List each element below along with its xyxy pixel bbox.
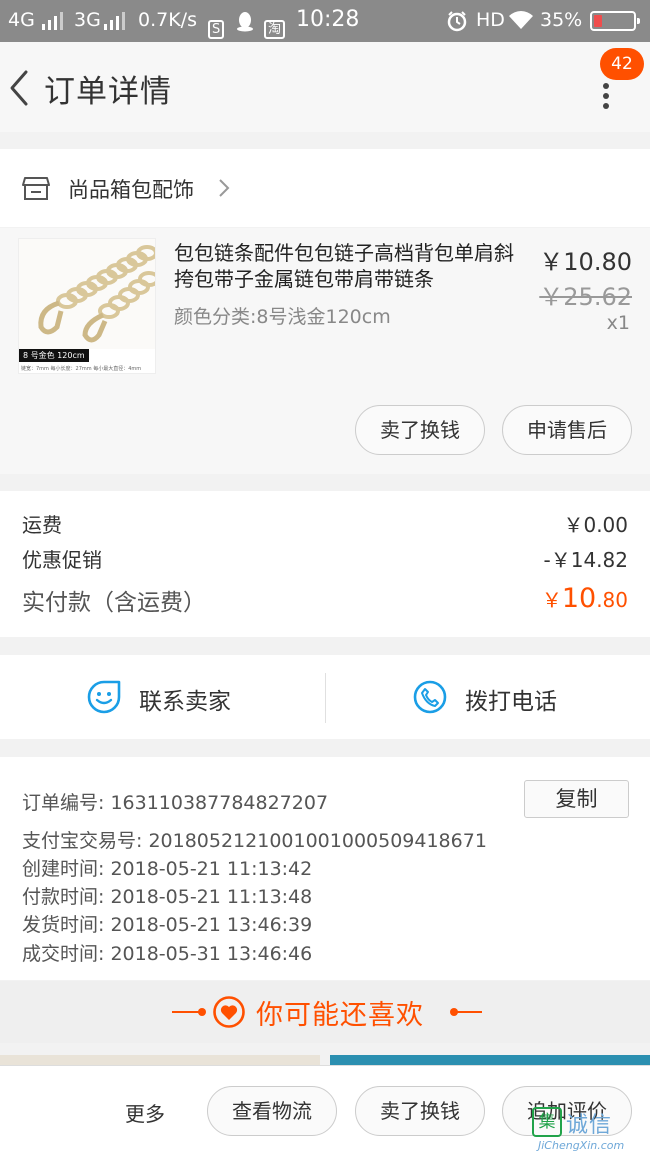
alipay-trade-number: 支付宝交易号: 2018052121001001000509418671 [22,830,487,852]
more-actions-button[interactable]: 更多 [125,1098,165,1127]
taobao-app-label: 淘 [264,20,286,39]
divider-dot-left [198,1008,206,1016]
qq-icon [237,12,253,32]
nav-header: 订单详情 [0,42,650,132]
divider-line-right [452,1011,482,1013]
signal-icon [104,12,125,30]
alarm-icon [447,11,467,32]
total-decimal: .80 [596,588,628,612]
site-watermark: 集 诚信 JiChengXin.com [532,1105,648,1153]
image-fine-print: 链宽：7mm 每小长度：27mm 每小最大直径：4mm [21,366,142,372]
image-caption: 8 号金色 120cm [19,349,89,362]
store-icon [22,177,50,200]
signal-icon [42,12,63,30]
product-image[interactable]: 8 号金色 120cm 链宽：7mm 每小长度：27mm 每小最大直径：4mm [18,238,156,374]
paid-time: 付款时间: 2018-05-21 11:13:48 [22,886,313,908]
product-quantity: x1 [606,312,630,334]
heart-circle-icon [213,996,245,1028]
chevron-right-icon [219,179,230,197]
product-price: ￥10.80 [539,248,632,276]
network-4g-label: 4G [8,9,35,31]
call-phone-button[interactable]: 拨打电话 [325,655,650,739]
chain-image [19,239,155,349]
watermark-url: JiChengXin.com [538,1139,625,1152]
total-label: 实付款（含运费） [22,590,206,616]
product-title[interactable]: 包包链条配件包包链子高档背包单肩斜挎包带子金属链包带肩带链条 [174,240,526,292]
page-title: 订单详情 [44,74,172,110]
order-number: 订单编号: 163110387784827207 [22,792,329,814]
more-menu-icon[interactable] [596,80,616,120]
view-logistics-button[interactable]: 查看物流 [207,1086,337,1136]
completed-time: 成交时间: 2018-05-31 13:46:46 [22,943,313,965]
resell-button-bottom[interactable]: 卖了换钱 [355,1086,485,1136]
contact-seller-button[interactable]: 联系卖家 [0,655,325,739]
network-speed: 0.7K/s [138,9,197,31]
contact-seller-label: 联系卖家 [139,689,231,715]
battery-percent: 35% [540,9,583,31]
recommend-header: 你可能还喜欢 [0,981,650,1043]
discount-value: -￥14.82 [543,548,628,572]
created-time: 创建时间: 2018-05-21 11:13:42 [22,858,313,880]
product-item[interactable]: 8 号金色 120cm 链宽：7mm 每小长度：27mm 每小最大直径：4mm … [0,228,650,474]
watermark-text: 诚信 [566,1113,613,1138]
watermark-logo: 集 [532,1107,562,1137]
hd-label: HD [476,9,505,31]
network-3g-label: 3G [74,9,101,31]
recommend-title: 你可能还喜欢 [256,1000,424,1031]
shipping-label: 运费 [22,513,62,537]
resell-button[interactable]: 卖了换钱 [355,405,485,455]
battery-icon [590,11,640,31]
fee-summary: 运费 ￥0.00 优惠促销 -￥14.82 实付款（含运费） ￥10.80 [0,491,650,637]
status-bar: 4G 3G 0.7K/s S 淘 10:28 HD 35% [0,0,650,42]
contact-bar: 联系卖家 拨打电话 [0,655,650,739]
clock-time: 10:28 [296,7,360,32]
shipping-value: ￥0.00 [563,513,628,537]
chat-smile-icon [87,680,121,714]
s-app-label: S [208,20,225,39]
total-currency: ￥ [541,588,562,612]
back-arrow-icon[interactable] [6,68,36,108]
copy-button[interactable]: 复制 [524,780,629,818]
shop-row[interactable]: 尚品箱包配饰 [0,149,650,227]
call-phone-label: 拨打电话 [465,689,557,715]
discount-label: 优惠促销 [22,548,102,572]
message-count-badge: 42 [600,48,644,80]
shop-name: 尚品箱包配饰 [68,178,194,202]
after-sales-button[interactable]: 申请售后 [502,405,632,455]
order-info: 订单编号: 163110387784827207 复制 支付宝交易号: 2018… [0,757,650,980]
total-integer: 10 [561,583,597,614]
product-original-price: ￥25.62 [539,283,632,311]
shipped-time: 发货时间: 2018-05-21 13:46:39 [22,914,313,936]
phone-icon [413,680,447,714]
wifi-icon [509,11,533,29]
total-value: ￥10.80 [542,583,628,614]
product-spec: 颜色分类:8号浅金120cm [174,306,391,328]
